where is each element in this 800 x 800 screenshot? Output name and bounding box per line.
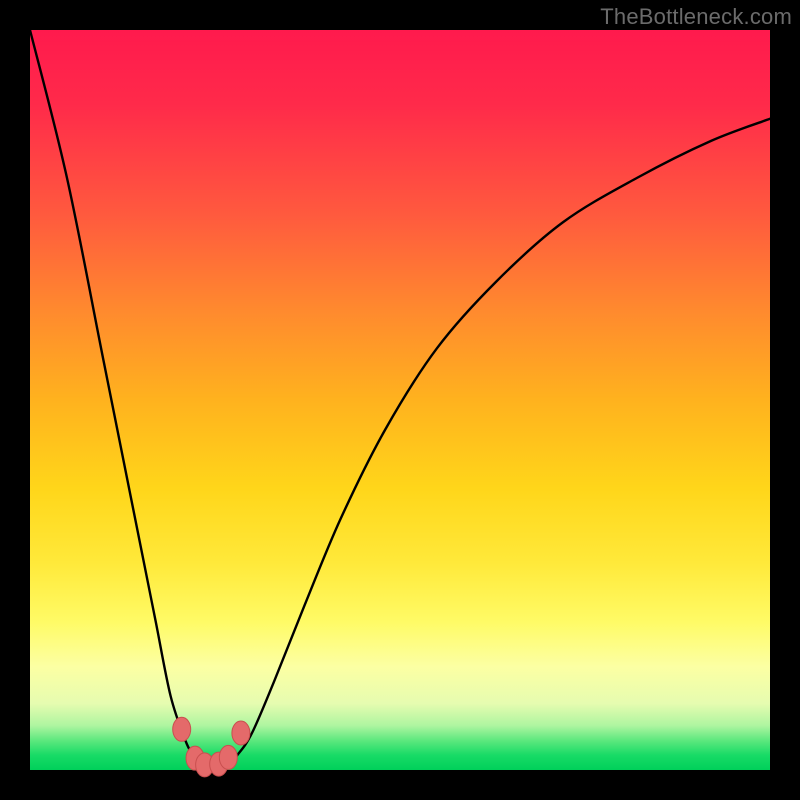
plot-area — [30, 30, 770, 770]
curve-marker — [219, 745, 237, 769]
chart-frame: TheBottleneck.com — [0, 0, 800, 800]
curve-marker — [173, 717, 191, 741]
curve-marker — [232, 721, 250, 745]
watermark-text: TheBottleneck.com — [600, 4, 792, 30]
bottleneck-curve-path — [30, 30, 770, 771]
curve-svg — [30, 30, 770, 770]
curve-markers — [173, 717, 250, 777]
